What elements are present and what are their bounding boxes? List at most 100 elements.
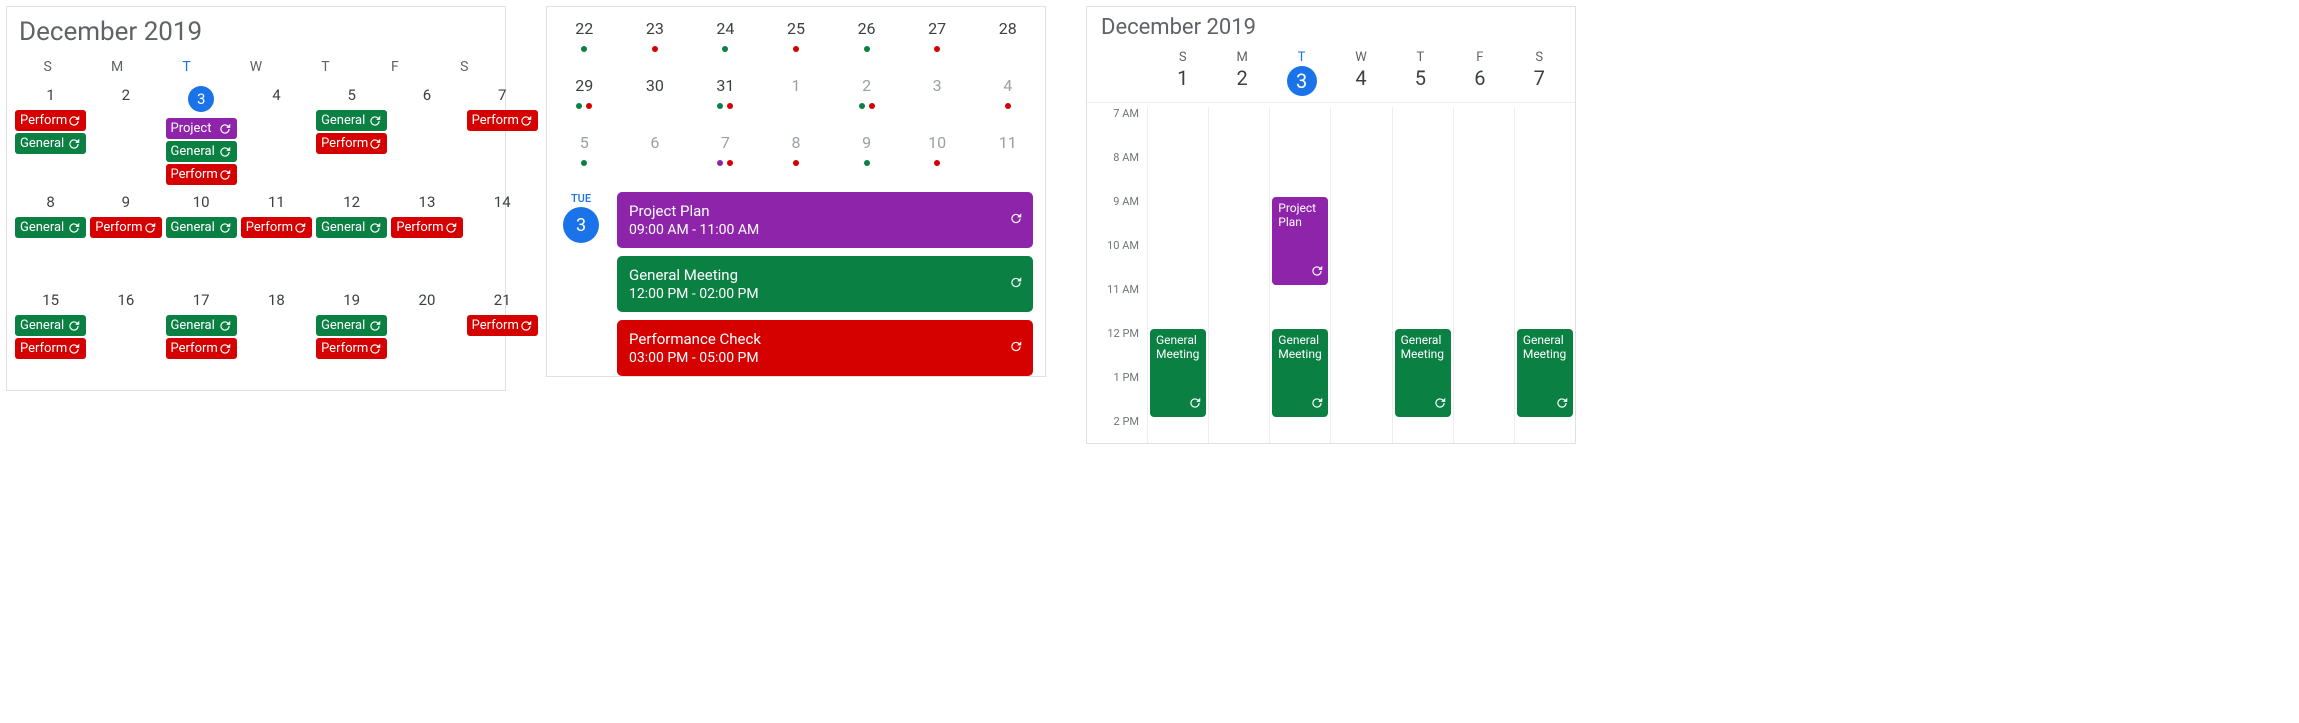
dot-grid-cell[interactable]: 5 (549, 129, 620, 186)
event-chip[interactable]: Perform (467, 315, 538, 336)
day-cell[interactable]: 2 (88, 81, 163, 188)
day-cell[interactable]: 17GeneralPerform (164, 286, 239, 384)
day-cell[interactable]: 3ProjectGeneralPerform (164, 81, 239, 188)
week-day-header[interactable]: F6 (1450, 50, 1509, 96)
timeline-event[interactable]: Project Plan (1272, 197, 1328, 285)
day-cell[interactable]: 6 (389, 81, 464, 188)
event-chip[interactable]: Perform (316, 133, 387, 154)
event-chip[interactable]: General (166, 315, 237, 336)
event-chip[interactable]: General (15, 133, 86, 154)
day-number: 27 (902, 15, 973, 44)
recurring-icon (368, 137, 382, 151)
agenda-item[interactable]: Performance Check03:00 PM - 05:00 PM (617, 320, 1033, 376)
week-day-header[interactable]: S1 (1153, 50, 1212, 96)
dot-grid-cell[interactable]: 23 (620, 15, 691, 72)
dot-grid-cell[interactable]: 9 (831, 129, 902, 186)
week-body[interactable]: 7 AM8 AM9 AM10 AM11 AM12 PM1 PM2 PM Gene… (1087, 103, 1575, 443)
dot-grid-cell[interactable]: 11 (972, 129, 1043, 186)
week-day-header[interactable]: T3 (1272, 50, 1331, 96)
dot-grid-cell[interactable]: 8 (761, 129, 832, 186)
day-cell[interactable]: 21Perform (465, 286, 540, 384)
day-number: 25 (761, 15, 832, 44)
dot-grid-cell[interactable]: 1 (761, 72, 832, 129)
dot-grid-cell[interactable]: 24 (690, 15, 761, 72)
day-cell[interactable]: 18 (239, 286, 314, 384)
day-cell[interactable]: 13Perform (389, 188, 464, 286)
day-cell[interactable]: 8General (13, 188, 88, 286)
dot-grid-cell[interactable]: 29 (549, 72, 620, 129)
event-chip[interactable]: Perform (391, 217, 462, 238)
event-chip[interactable]: Perform (467, 110, 538, 131)
timeline-event[interactable]: General Meeting (1150, 329, 1206, 417)
dot-grid-cell[interactable]: 27 (902, 15, 973, 72)
week-day-header[interactable]: M2 (1212, 50, 1271, 96)
event-chip[interactable]: Perform (166, 164, 237, 185)
dot-grid-cell[interactable]: 25 (761, 15, 832, 72)
event-chip[interactable]: Perform (15, 110, 86, 131)
day-cell[interactable]: 20 (389, 286, 464, 384)
event-chip[interactable]: Perform (241, 217, 312, 238)
event-chip[interactable]: General (166, 217, 237, 238)
timeline-event[interactable]: General Meeting (1517, 329, 1573, 417)
day-cell[interactable]: 9Perform (88, 188, 163, 286)
week-day-column[interactable] (1208, 107, 1269, 443)
weekday-label: T (1272, 50, 1331, 65)
event-chip[interactable]: Perform (90, 217, 161, 238)
dot-grid-cell[interactable]: 28 (972, 15, 1043, 72)
day-number: 4 (240, 82, 313, 108)
event-dots (620, 158, 691, 186)
week-day-column[interactable]: General Meeting (1514, 107, 1575, 443)
day-cell[interactable]: 15GeneralPerform (13, 286, 88, 384)
week-day-column[interactable]: Project Plan General Meeting (1269, 107, 1330, 443)
dot-grid-cell[interactable]: 22 (549, 15, 620, 72)
week-day-header[interactable]: S7 (1510, 50, 1569, 96)
event-title: Project Plan (1278, 201, 1316, 229)
event-chip[interactable]: General (316, 217, 387, 238)
agenda-day-chip[interactable]: 3 (563, 207, 599, 243)
dot-grid-cell[interactable]: 3 (902, 72, 973, 129)
event-chip[interactable]: Perform (15, 338, 86, 359)
timeline-event[interactable]: General Meeting (1272, 329, 1328, 417)
event-chip[interactable]: General (166, 141, 237, 162)
agenda-item[interactable]: General Meeting12:00 PM - 02:00 PM (617, 256, 1033, 312)
week-day-column[interactable] (1453, 107, 1514, 443)
day-number: 17 (165, 287, 238, 313)
dot-grid-cell[interactable]: 10 (902, 129, 973, 186)
event-chip[interactable]: Perform (316, 338, 387, 359)
event-dots (690, 44, 761, 72)
week-day-column[interactable]: General Meeting (1147, 107, 1208, 443)
recurring-icon (218, 342, 232, 356)
agenda-item[interactable]: Project Plan09:00 AM - 11:00 AM (617, 192, 1033, 248)
event-chip[interactable]: Perform (166, 338, 237, 359)
day-cell[interactable]: 7Perform (465, 81, 540, 188)
week-day-column[interactable]: General Meeting (1392, 107, 1453, 443)
day-cell[interactable]: 14 (465, 188, 540, 286)
recurring-icon (1310, 264, 1324, 278)
event-chip[interactable]: General (15, 315, 86, 336)
day-cell[interactable]: 12General (314, 188, 389, 286)
dot-grid-cell[interactable]: 4 (972, 72, 1043, 129)
day-cell[interactable]: 16 (88, 286, 163, 384)
dot-grid-cell[interactable]: 6 (620, 129, 691, 186)
dot-grid-cell[interactable]: 2 (831, 72, 902, 129)
event-chip[interactable]: General (316, 315, 387, 336)
event-chip[interactable]: General (316, 110, 387, 131)
day-cell[interactable]: 11Perform (239, 188, 314, 286)
week-day-header[interactable]: T5 (1391, 50, 1450, 96)
dot-grid-cell[interactable]: 30 (620, 72, 691, 129)
day-cell[interactable]: 4 (239, 81, 314, 188)
week-day-header[interactable]: W4 (1331, 50, 1390, 96)
day-cell[interactable]: 10General (164, 188, 239, 286)
week-day-column[interactable] (1330, 107, 1391, 443)
event-chip[interactable]: General (15, 217, 86, 238)
dot-grid-cell[interactable]: 31 (690, 72, 761, 129)
dot-grid-cell[interactable]: 7 (690, 129, 761, 186)
event-chip[interactable]: Project (166, 118, 237, 139)
event-dot (586, 103, 592, 109)
day-cell[interactable]: 1PerformGeneral (13, 81, 88, 188)
dot-grid-cell[interactable]: 26 (831, 15, 902, 72)
timeline-event[interactable]: General Meeting (1395, 329, 1451, 417)
day-cell[interactable]: 5GeneralPerform (314, 81, 389, 188)
day-cell[interactable]: 19GeneralPerform (314, 286, 389, 384)
event-title: General Meeting (1401, 333, 1444, 361)
